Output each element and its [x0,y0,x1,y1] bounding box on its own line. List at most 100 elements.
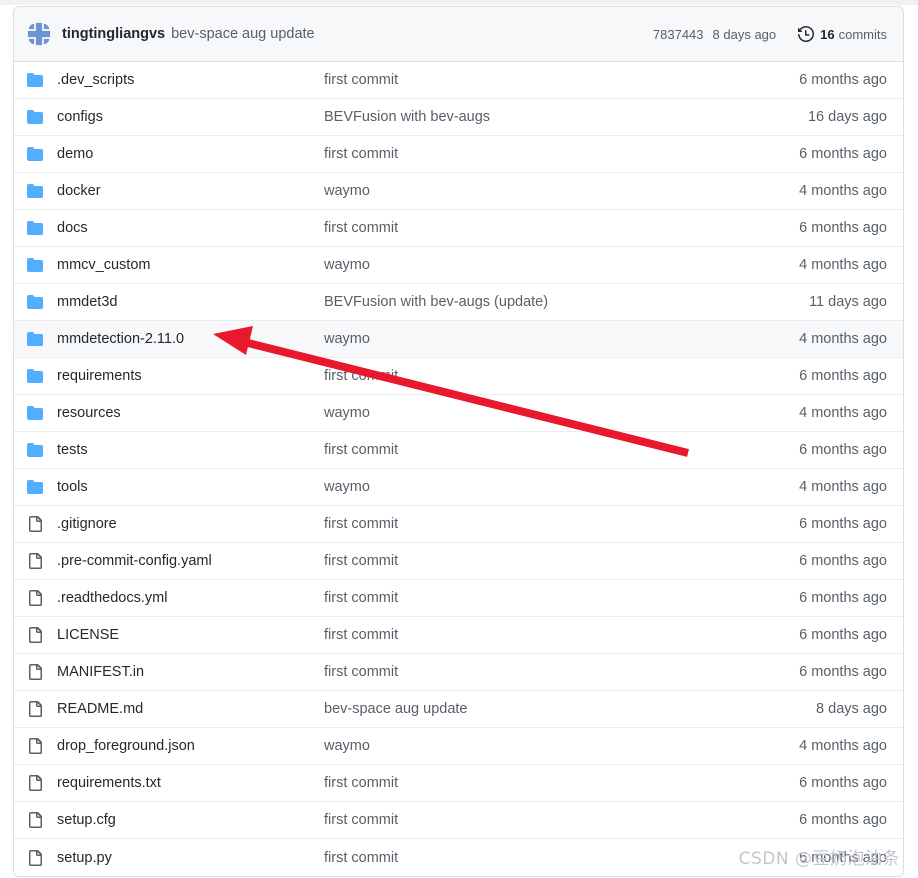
file-commit-message[interactable]: first commit [324,775,799,791]
file-row[interactable]: mmdetection-2.11.0 waymo 4 months ago [14,321,903,358]
file-name-link[interactable]: drop_foreground.json [57,738,324,754]
file-name-link[interactable]: .readthedocs.yml [57,590,324,606]
file-commit-message[interactable]: BEVFusion with bev-augs [324,109,808,125]
latest-commit-message[interactable]: bev-space aug update [171,26,315,42]
folder-icon [27,257,57,273]
file-name-link[interactable]: mmdetection-2.11.0 [57,331,324,347]
file-commit-time: 6 months ago [799,627,887,643]
file-commit-message[interactable]: first commit [324,146,799,162]
file-name-link[interactable]: setup.cfg [57,812,324,828]
commits-label[interactable]: commits [839,27,887,42]
file-row[interactable]: configs BEVFusion with bev-augs 16 days ag… [14,99,903,136]
folder-icon [27,479,57,495]
file-commit-message[interactable]: bev-space aug update [324,701,816,717]
file-icon [27,701,57,717]
file-name-link[interactable]: setup.py [57,850,324,866]
file-name-link[interactable]: mmdet3d [57,294,324,310]
file-icon [27,516,57,532]
folder-icon [27,331,57,347]
file-commit-time: 8 days ago [816,701,887,717]
file-name-link[interactable]: .dev_scripts [57,72,324,88]
folder-icon [27,294,57,310]
file-commit-time: 16 days ago [807,109,887,125]
file-name-link[interactable]: docker [57,183,324,199]
file-commit-message[interactable]: waymo [324,331,799,347]
file-commit-message[interactable]: first commit [324,850,799,866]
file-list: .dev_scripts first commit 6 months ago conf… [14,62,903,876]
avatar [27,22,51,46]
file-icon [27,664,57,680]
file-name-link[interactable]: requirements [57,368,324,384]
file-name-link[interactable]: tests [57,442,324,458]
file-row[interactable]: tools waymo 4 months ago [14,469,903,506]
file-name-link[interactable]: README.md [57,701,324,717]
file-commit-time: 4 months ago [799,405,887,421]
file-commit-time: 6 months ago [799,775,887,791]
file-commit-message[interactable]: first commit [324,220,799,236]
file-name-link[interactable]: .pre-commit-config.yaml [57,553,324,569]
file-row[interactable]: demo first commit 6 months ago [14,136,903,173]
history-clock-icon [798,25,815,43]
file-icon [27,812,57,828]
file-name-link[interactable]: mmcv_custom [57,257,324,273]
file-row[interactable]: resources waymo 4 months ago [14,395,903,432]
file-name-link[interactable]: LICENSE [57,627,324,643]
file-row[interactable]: requirements first commit 6 months ago [14,358,903,395]
file-commit-time: 6 months ago [799,146,887,162]
file-name-link[interactable]: resources [57,405,324,421]
folder-icon [27,72,57,88]
file-commit-message[interactable]: first commit [324,812,799,828]
file-row[interactable]: MANIFEST.in first commit 6 months ago [14,654,903,691]
file-commit-message[interactable]: first commit [324,590,799,606]
file-commit-time: 6 months ago [799,368,887,384]
file-commit-message[interactable]: first commit [324,553,799,569]
file-commit-message[interactable]: waymo [324,183,799,199]
file-row[interactable]: setup.cfg first commit 6 months ago [14,802,903,839]
file-commit-time: 4 months ago [799,257,887,273]
folder-icon [27,220,57,236]
file-row[interactable]: .pre-commit-config.yaml first commit 6 mon… [14,543,903,580]
page-top-strip [0,0,918,5]
commit-hash[interactable]: 7837443 [653,27,704,42]
file-commit-message[interactable]: first commit [324,368,799,384]
file-row[interactable]: LICENSE first commit 6 months ago [14,617,903,654]
file-commit-message[interactable]: BEVFusion with bev-augs (update) [324,294,809,310]
file-name-link[interactable]: MANIFEST.in [57,664,324,680]
file-row[interactable]: mmcv_custom waymo 4 months ago [14,247,903,284]
file-commit-message[interactable]: waymo [324,257,799,273]
file-icon [27,553,57,569]
file-name-link[interactable]: .gitignore [57,516,324,532]
file-row[interactable]: .gitignore first commit 6 months ago [14,506,903,543]
file-name-link[interactable]: configs [57,109,324,125]
file-name-link[interactable]: docs [57,220,324,236]
latest-commit-header: tingtingliangvs bev-space aug update 783… [14,7,903,62]
folder-icon [27,442,57,458]
file-commit-message[interactable]: waymo [324,479,799,495]
file-row[interactable]: README.md bev-space aug update 8 days ago [14,691,903,728]
file-commit-message[interactable]: first commit [324,72,799,88]
file-row[interactable]: docs first commit 6 months ago [14,210,903,247]
file-name-link[interactable]: demo [57,146,324,162]
file-commit-message[interactable]: first commit [324,516,799,532]
file-name-link[interactable]: tools [57,479,324,495]
file-list-card: tingtingliangvs bev-space aug update 783… [13,6,904,877]
file-commit-message[interactable]: first commit [324,442,799,458]
file-name-link[interactable]: requirements.txt [57,775,324,791]
file-row[interactable]: .readthedocs.yml first commit 6 months ago [14,580,903,617]
file-row[interactable]: docker waymo 4 months ago [14,173,903,210]
commit-author[interactable]: tingtingliangvs [62,26,165,42]
folder-icon [27,368,57,384]
file-icon [27,849,57,866]
file-commit-message[interactable]: waymo [324,738,799,754]
file-row[interactable]: .dev_scripts first commit 6 months ago [14,62,903,99]
file-row[interactable]: drop_foreground.json waymo 4 months ago [14,728,903,765]
file-commit-message[interactable]: first commit [324,664,799,680]
file-row[interactable]: requirements.txt first commit 6 months ago [14,765,903,802]
file-commit-time: 4 months ago [799,331,887,347]
file-commit-message[interactable]: waymo [324,405,799,421]
file-row[interactable]: mmdet3d BEVFusion with bev-augs (update) 1… [14,284,903,321]
file-commit-time: 6 months ago [799,442,887,458]
file-commit-time: 6 months ago [799,72,887,88]
file-commit-message[interactable]: first commit [324,627,799,643]
file-row[interactable]: tests first commit 6 months ago [14,432,903,469]
